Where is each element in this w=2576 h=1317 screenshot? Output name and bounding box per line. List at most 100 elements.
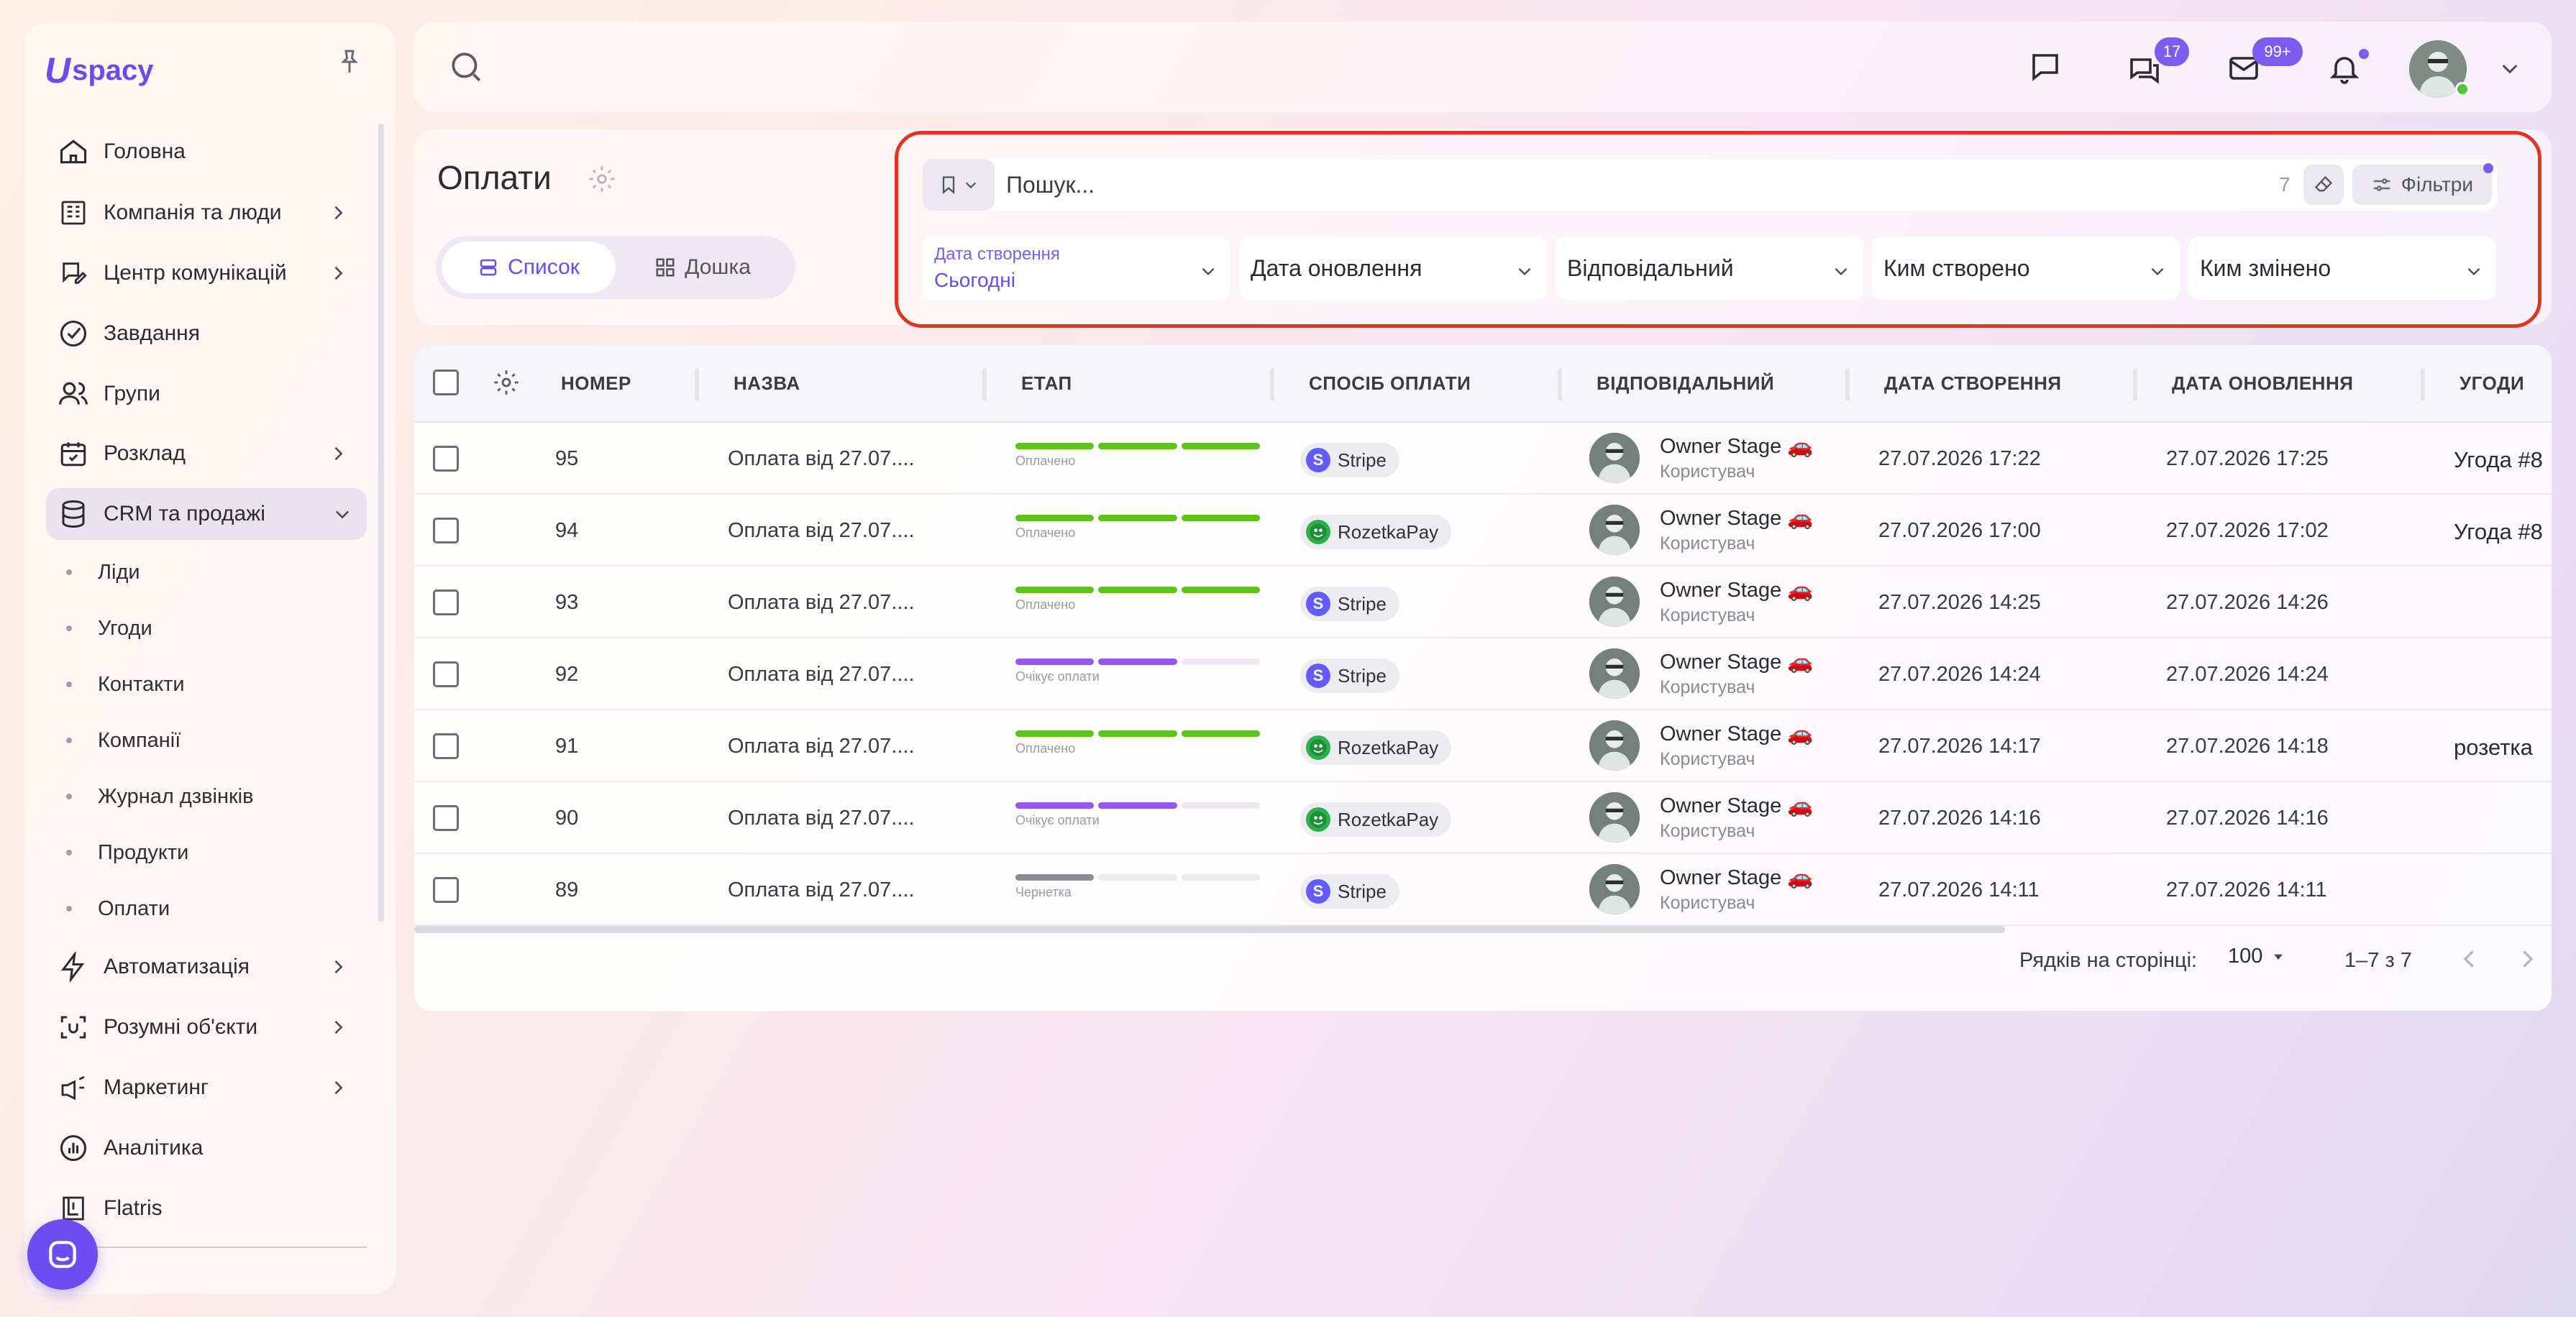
sidebar-item-communications[interactable]: Центр комунікацій [46,247,362,299]
payment-name[interactable]: Оплата від 27.07.... [728,447,914,471]
row-checkbox[interactable] [433,446,459,472]
sidebar-item-schedule[interactable]: Розклад [46,428,362,479]
sidebar-item-company[interactable]: Компанія та люди [46,187,362,239]
sidebar-subitem-contacts[interactable]: Контакти [43,663,185,706]
responsible-user[interactable]: Owner Stage 🚗 Користувач [1589,433,1813,483]
sidebar-subitem-leads[interactable]: Ліди [43,551,140,594]
column-separator[interactable] [2133,368,2137,401]
table-row[interactable]: 95 Оплата від 27.07.... Оплачено S Stripe… [414,423,2552,495]
stage-bars [1015,730,1260,737]
table-row[interactable]: 91 Оплата від 27.07.... Оплачено Rozetka… [414,710,2552,782]
responsible-user[interactable]: Owner Stage 🚗 Користувач [1589,577,1813,627]
column-separator[interactable] [982,368,987,401]
payment-name[interactable]: Оплата від 27.07.... [728,735,914,758]
row-checkbox[interactable] [433,805,459,831]
payment-number: 93 [555,591,579,614]
gear-icon[interactable] [492,368,521,397]
payment-name[interactable]: Оплата від 27.07.... [728,519,914,543]
payment-name[interactable]: Оплата від 27.07.... [728,663,914,687]
saved-filters-button[interactable] [923,159,995,211]
column-created-date[interactable]: ДАТА СТВОРЕННЯ [1884,372,2062,395]
table-row[interactable]: 94 Оплата від 27.07.... Оплачено Rozetka… [414,495,2552,566]
sidebar-subitem-payments[interactable]: Оплати [43,887,170,930]
stage-progress[interactable]: Оплачено [1015,730,1260,756]
sidebar-item-groups[interactable]: Групи [46,368,362,420]
payment-name[interactable]: Оплата від 27.07.... [728,807,914,830]
row-checkbox[interactable] [433,661,459,687]
updated-date-filter[interactable]: Дата оновлення [1239,237,1547,300]
stage-progress[interactable]: Очікує оплати [1015,802,1260,828]
logo[interactable]: U spacy [45,49,154,92]
modified-by-filter[interactable]: Ким змінено [2188,237,2496,300]
table-row[interactable]: 93 Оплата від 27.07.... Оплачено S Stripe… [414,566,2552,638]
responsible-user[interactable]: Owner Stage 🚗 Користувач [1589,505,1813,555]
deal-link[interactable]: Угода #8 [2454,519,2543,545]
gear-icon[interactable] [587,164,617,194]
created-by-filter[interactable]: Ким створено [1872,237,2180,300]
select-all-checkbox[interactable] [433,370,459,395]
table-row[interactable]: 92 Оплата від 27.07.... Очікує оплати SS… [414,638,2552,710]
responsible-user[interactable]: Owner Stage 🚗 Користувач [1589,792,1813,843]
stage-progress[interactable]: Чернетка [1015,874,1260,900]
responsible-user[interactable]: Owner Stage 🚗 Користувач [1589,720,1813,771]
stage-progress[interactable]: Оплачено [1015,515,1260,541]
responsible-filter[interactable]: Відповідальний [1556,237,1863,300]
sidebar-item-analytics[interactable]: Аналітика [46,1122,362,1174]
search-icon[interactable] [446,47,486,87]
chat-bubble-icon[interactable] [2025,47,2065,87]
stage-progress[interactable]: Очікує оплати [1015,658,1260,684]
deal-link[interactable]: розетка [2454,735,2533,761]
sidebar-item-crm[interactable]: CRM та продажі [46,488,367,540]
column-name[interactable]: НАЗВА [734,372,800,395]
rows-per-page-select[interactable]: 100 [2228,945,2285,968]
tab-board[interactable]: Дошка [616,242,790,293]
column-updated-date[interactable]: ДАТА ОНОВЛЕННЯ [2172,372,2353,395]
sidebar-subitem-companies[interactable]: Компанії [43,719,181,762]
payment-name[interactable]: Оплата від 27.07.... [728,591,914,615]
chevron-down-icon[interactable] [2490,48,2530,88]
filters-button[interactable]: Фільтри [2352,163,2493,205]
clear-search-button[interactable] [2303,165,2344,205]
sidebar-subitem-deals[interactable]: Угоди [43,607,152,650]
payment-name[interactable]: Оплата від 27.07.... [728,878,914,902]
deal-link[interactable]: Угода #8 [2454,447,2543,473]
column-separator[interactable] [695,368,699,401]
sidebar-subitem-products[interactable]: Продукти [43,831,188,874]
responsible-user[interactable]: Owner Stage 🚗 Користувач [1589,648,1813,699]
filter-active-dot [2483,163,2493,173]
sidebar-item-tasks[interactable]: Завдання [46,308,362,359]
table-row[interactable]: 89 Оплата від 27.07.... Чернетка S Stripe… [414,854,2552,926]
column-stage[interactable]: ЕТАП [1021,372,1072,395]
row-checkbox[interactable] [433,733,459,759]
horizontal-scrollbar[interactable] [414,926,2005,933]
sidebar-subitem-call-log[interactable]: Журнал дзвінків [43,775,254,818]
sidebar-item-flatris[interactable]: Flatris [46,1183,362,1234]
stage-progress[interactable]: Оплачено [1015,587,1260,612]
responsible-user[interactable]: Owner Stage 🚗 Користувач [1589,864,1813,914]
search-input[interactable] [1006,171,2280,198]
pin-icon[interactable] [335,47,364,76]
stage-progress[interactable]: Оплачено [1015,443,1260,469]
table-row[interactable]: 90 Оплата від 27.07.... Очікує оплати Ro… [414,782,2552,854]
sidebar-item-automation[interactable]: Автоматизація [46,941,362,993]
column-deals[interactable]: УГОДИ [2459,372,2524,395]
tab-list[interactable]: Список [442,242,616,293]
sidebar-item-smart-objects[interactable]: Розумні об'єкти [46,1001,362,1053]
row-checkbox[interactable] [433,877,459,903]
row-checkbox[interactable] [433,518,459,543]
column-separator[interactable] [1270,368,1274,401]
sidebar-scrollbar[interactable] [378,124,384,922]
column-number[interactable]: НОМЕР [561,372,631,395]
created-date-filter[interactable]: Дата створення Сьогодні [923,237,1230,300]
support-chat-button[interactable] [27,1219,98,1290]
column-separator[interactable] [1558,368,1562,401]
column-separator[interactable] [2421,368,2425,401]
prev-page-icon[interactable] [2457,946,2483,972]
column-separator[interactable] [1845,368,1850,401]
next-page-icon[interactable] [2514,946,2540,972]
column-responsible[interactable]: ВІДПОВІДАЛЬНИЙ [1597,372,1774,395]
sidebar-item-marketing[interactable]: Маркетинг [46,1062,362,1114]
row-checkbox[interactable] [433,589,459,615]
column-payment-method[interactable]: СПОСІБ ОПЛАТИ [1309,372,1471,395]
sidebar-item-home[interactable]: Головна [46,126,362,178]
